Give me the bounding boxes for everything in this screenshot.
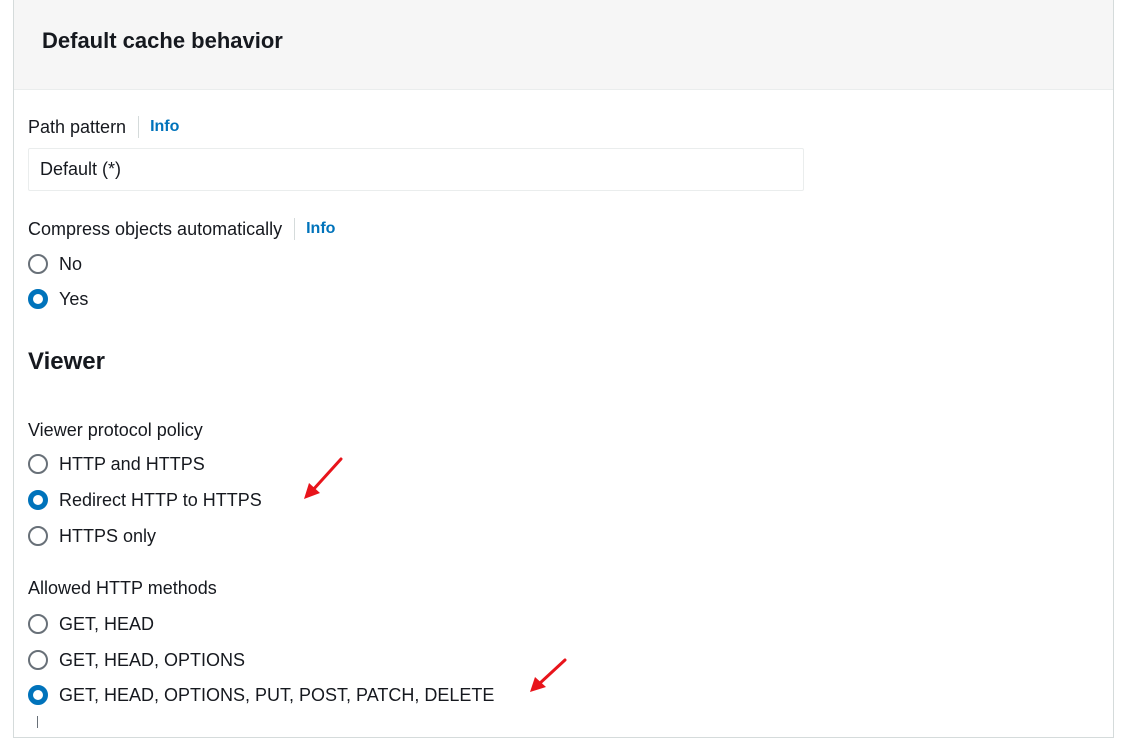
radio-unchecked-icon[interactable] — [28, 526, 48, 546]
protocol-option-https-only[interactable]: HTTPS only — [28, 524, 156, 548]
red-arrow-icon — [304, 457, 343, 499]
radio-unchecked-icon[interactable] — [28, 454, 48, 474]
radio-checked-icon[interactable] — [28, 490, 48, 510]
red-arrow-icon — [530, 658, 567, 692]
compress-label-row: Compress objects automatically Info — [28, 217, 335, 241]
radio-checked-icon[interactable] — [28, 289, 48, 309]
protocol-policy-label: Viewer protocol policy — [28, 420, 203, 440]
radio-label: HTTP and HTTPS — [59, 454, 205, 474]
protocol-option-redirect[interactable]: Redirect HTTP to HTTPS — [28, 488, 262, 512]
compress-option-no[interactable]: No — [28, 252, 82, 276]
panel-title: Default cache behavior — [42, 28, 283, 53]
path-pattern-info-link[interactable]: Info — [150, 115, 179, 139]
protocol-option-http-and-https[interactable]: HTTP and HTTPS — [28, 452, 205, 476]
methods-option-get-head-options[interactable]: GET, HEAD, OPTIONS — [28, 648, 245, 672]
methods-option-get-head[interactable]: GET, HEAD — [28, 612, 154, 636]
radio-checked-icon[interactable] — [28, 685, 48, 705]
cut-off-element — [37, 716, 38, 728]
protocol-policy-label-row: Viewer protocol policy — [28, 418, 203, 442]
radio-unchecked-icon[interactable] — [28, 614, 48, 634]
radio-unchecked-icon[interactable] — [28, 254, 48, 274]
radio-label: HTTPS only — [59, 526, 157, 546]
info-divider — [294, 218, 296, 240]
path-pattern-label-row: Path pattern Info — [28, 115, 179, 139]
cache-behavior-panel: Default cache behavior — [13, 0, 1114, 738]
methods-option-all[interactable]: GET, HEAD, OPTIONS, PUT, POST, PATCH, DE… — [28, 683, 494, 707]
radio-label: Yes — [59, 289, 89, 309]
compress-label: Compress objects automatically — [28, 219, 283, 239]
radio-label: Redirect HTTP to HTTPS — [59, 490, 262, 510]
panel-header: Default cache behavior — [14, 0, 1113, 90]
path-pattern-input[interactable]: Default (*) — [28, 148, 804, 191]
info-divider — [138, 116, 140, 138]
radio-label: GET, HEAD — [59, 614, 155, 634]
allowed-methods-label-row: Allowed HTTP methods — [28, 576, 217, 600]
viewer-section-heading: Viewer — [28, 348, 105, 375]
compress-option-yes[interactable]: Yes — [28, 287, 88, 311]
radio-label: No — [59, 254, 83, 274]
radio-label: GET, HEAD, OPTIONS, PUT, POST, PATCH, DE… — [59, 685, 495, 705]
radio-unchecked-icon[interactable] — [28, 650, 48, 670]
compress-info-link[interactable]: Info — [306, 217, 335, 241]
path-pattern-label: Path pattern — [28, 117, 127, 137]
allowed-methods-label: Allowed HTTP methods — [28, 578, 217, 598]
radio-label: GET, HEAD, OPTIONS — [59, 650, 246, 670]
